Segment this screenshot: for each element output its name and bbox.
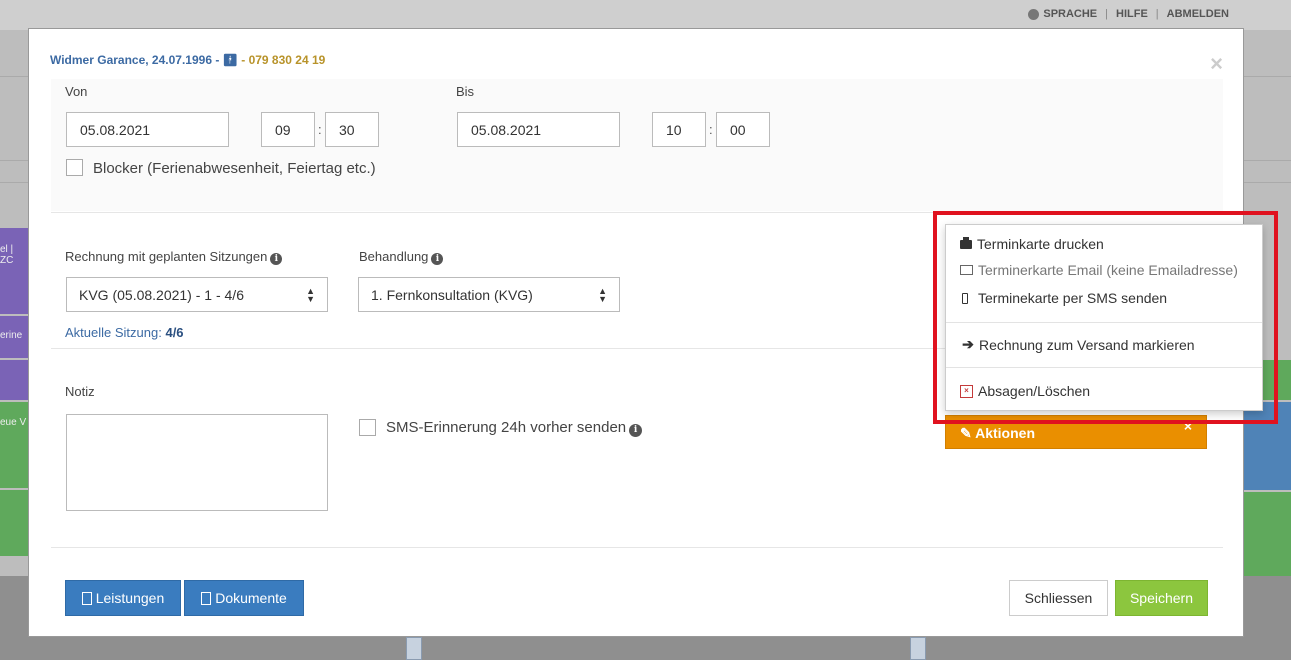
to-date-input[interactable]: 05.08.2021 xyxy=(457,112,620,147)
help-link[interactable]: HILFE xyxy=(1116,8,1148,20)
info-icon: i xyxy=(431,253,444,265)
sort-caret-icon: ▲ ▼ xyxy=(598,285,607,304)
highlight-box xyxy=(933,211,1278,424)
save-button[interactable]: Speichern xyxy=(1115,580,1208,616)
close-button[interactable]: Schliessen xyxy=(1009,580,1108,616)
file-icon xyxy=(81,591,92,605)
close-icon[interactable]: × xyxy=(1210,51,1223,77)
person-icon: 🚹︎ xyxy=(222,53,238,67)
documents-button[interactable]: Dokumente xyxy=(184,580,304,616)
edit-icon: ✎ xyxy=(960,425,972,441)
to-hour-input[interactable]: 10 xyxy=(652,112,706,147)
patient-name: Widmer Garance, 24.07.1996 xyxy=(50,53,212,67)
invoice-select[interactable]: KVG (05.08.2021) - 1 - 4/6 ▲ ▼ xyxy=(66,277,328,312)
treatment-label: Behandlung i xyxy=(359,249,444,265)
bg-event xyxy=(1244,492,1291,576)
bg-event: eue V xyxy=(0,402,28,488)
bg-event xyxy=(0,490,28,556)
divider xyxy=(51,547,1223,548)
to-label: Bis xyxy=(456,84,475,99)
services-button[interactable]: Leistungen xyxy=(65,580,181,616)
sms-reminder-checkbox[interactable] xyxy=(359,419,376,436)
file-text-icon xyxy=(201,591,212,605)
bg-handle xyxy=(910,637,926,660)
from-hour-input[interactable]: 09 xyxy=(261,112,315,147)
blocker-checkbox[interactable] xyxy=(66,159,83,176)
bg-event: erine xyxy=(0,316,28,358)
globe-icon xyxy=(1028,8,1040,20)
current-session: Aktuelle Sitzung: 4/6 xyxy=(65,325,184,340)
patient-header: Widmer Garance, 24.07.1996 - 🚹︎ - 079 83… xyxy=(50,53,326,67)
sort-caret-icon: ▲ ▼ xyxy=(306,285,315,304)
from-minute-input[interactable]: 30 xyxy=(325,112,379,147)
from-date-input[interactable]: 05.08.2021 xyxy=(66,112,229,147)
blocker-label: Blocker (Ferienabwesenheit, Feiertag etc… xyxy=(93,160,376,177)
bg-event xyxy=(0,360,28,400)
bg-handle xyxy=(406,637,422,660)
to-minute-input[interactable]: 00 xyxy=(716,112,770,147)
language-link[interactable]: SPRACHE xyxy=(1043,8,1097,20)
sms-reminder-label: SMS-Erinnerung 24h vorher senden i xyxy=(386,419,643,437)
note-textarea[interactable] xyxy=(66,414,328,511)
top-links: SPRACHE | HILFE | ABMELDEN xyxy=(1028,8,1229,20)
logout-link[interactable]: ABMELDEN xyxy=(1167,8,1229,20)
from-label: Von xyxy=(65,84,88,99)
invoice-label: Rechnung mit geplanten Sitzungen i xyxy=(65,249,283,265)
bg-event: el | ZC xyxy=(0,228,28,314)
treatment-select[interactable]: 1. Fernkonsultation (KVG) ▲ ▼ xyxy=(358,277,620,312)
info-icon: i xyxy=(629,424,643,437)
note-label: Notiz xyxy=(65,384,95,399)
patient-phone: 079 830 24 19 xyxy=(248,53,326,67)
info-icon: i xyxy=(270,253,283,265)
